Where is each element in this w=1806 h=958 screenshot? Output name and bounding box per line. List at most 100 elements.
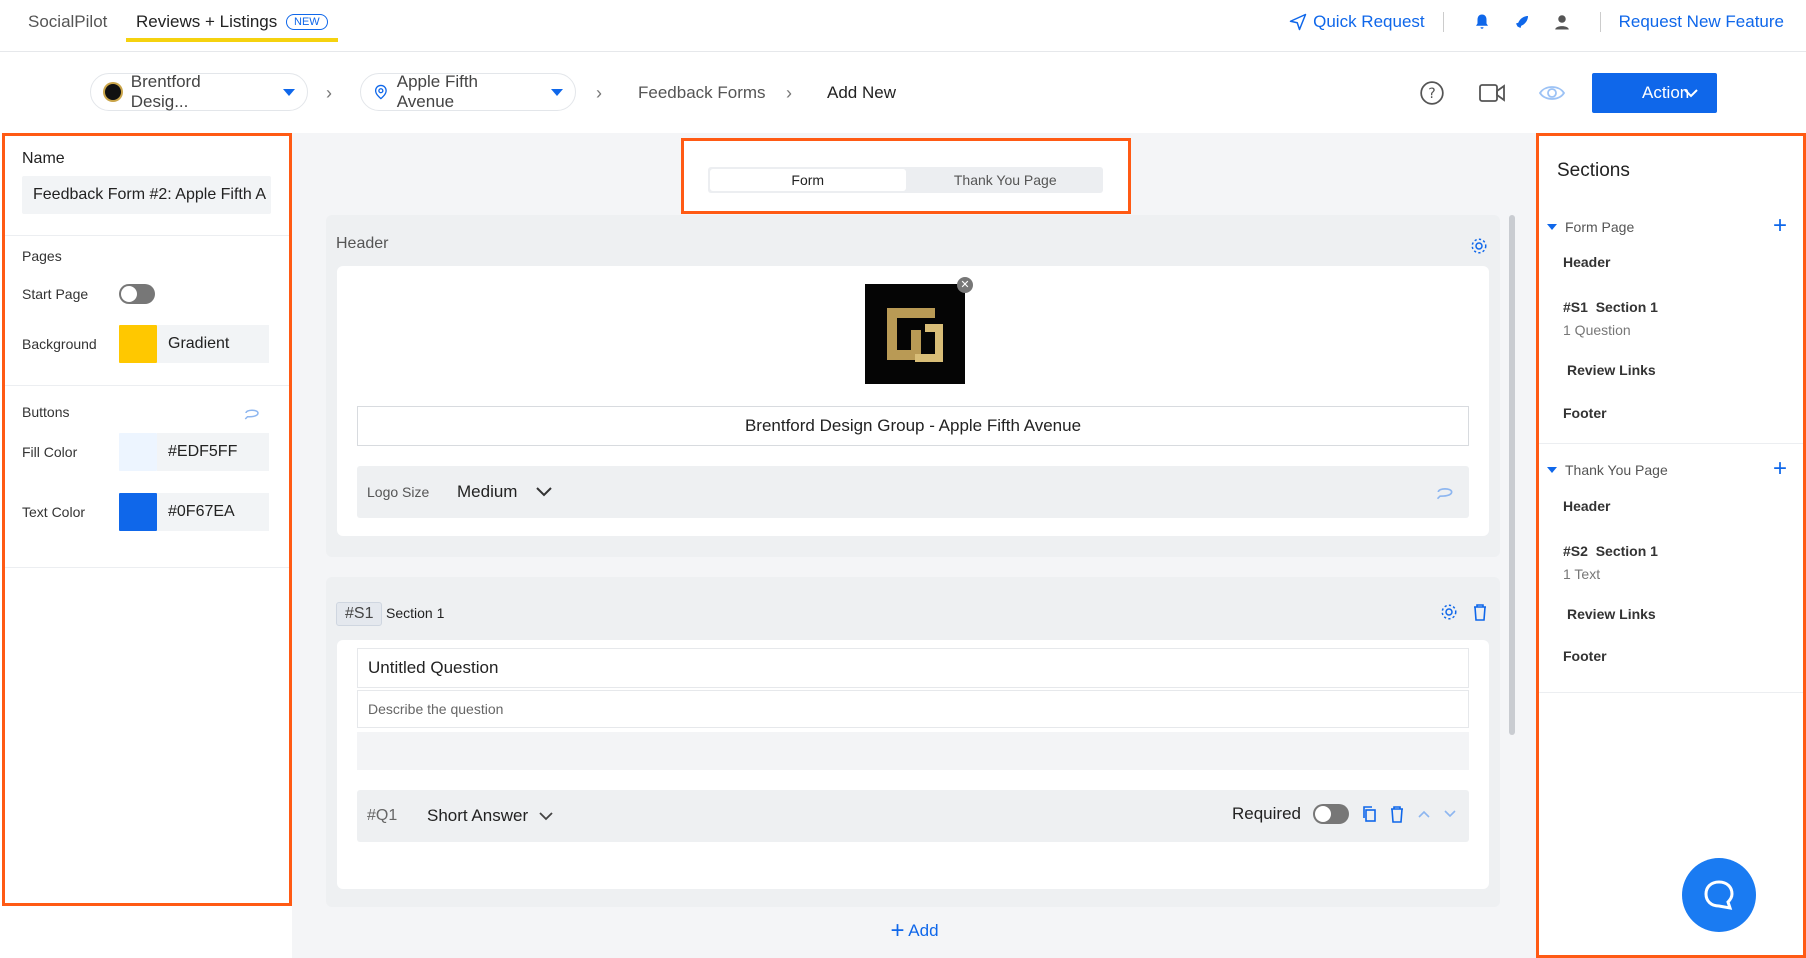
chevron-right-icon: ›: [596, 83, 602, 103]
question-description-input[interactable]: Describe the question: [357, 690, 1469, 728]
fill-color-label: Fill Color: [22, 444, 78, 460]
copy-icon[interactable]: [1361, 805, 1377, 823]
header-card: Header ✕ Brentford Design Group - Apple …: [326, 215, 1500, 557]
form-page-header[interactable]: Form Page: [1547, 219, 1634, 235]
buttons-section: Buttons Fill Color #EDF5FF Text Color #0…: [5, 386, 289, 568]
paper-plane-icon: [1289, 13, 1307, 31]
caret-down-icon: [1547, 224, 1557, 230]
form-page-review-links-item[interactable]: Review Links: [1567, 362, 1656, 378]
background-color-swatch[interactable]: [119, 325, 157, 363]
question-type-row: #Q1 Short Answer Required: [357, 790, 1469, 842]
new-badge: NEW: [286, 14, 328, 30]
tab-reviews-listings-label: Reviews + Listings: [136, 12, 278, 31]
brand-link[interactable]: SocialPilot: [28, 12, 107, 32]
user-profile-icon[interactable]: [1550, 10, 1574, 34]
section-card: #S1 Section 1 Untitled Question Describe…: [326, 577, 1500, 907]
form-page-label: Form Page: [1565, 219, 1635, 235]
move-down-icon[interactable]: [1443, 809, 1457, 819]
settings-gear-icon[interactable]: [1470, 237, 1488, 255]
question-card: Untitled Question Describe the question …: [337, 640, 1489, 889]
logo-size-row: Logo Size Medium: [357, 466, 1469, 518]
business-avatar: [103, 82, 123, 102]
move-up-icon[interactable]: [1417, 809, 1431, 819]
name-label: Name: [22, 150, 65, 167]
required-toggle[interactable]: [1313, 804, 1349, 824]
tab-form[interactable]: Form: [710, 169, 906, 191]
business-selector[interactable]: Brentford Desig...: [90, 72, 308, 111]
question-actions: Required: [1232, 804, 1457, 824]
form-page-footer-item[interactable]: Footer: [1563, 405, 1607, 421]
section-title: Section 1: [1595, 299, 1658, 315]
breadcrumb-bar: Brentford Desig... › Apple Fifth Avenue …: [0, 53, 1806, 133]
text-color-value[interactable]: #0F67EA: [157, 493, 269, 531]
svg-text:?: ?: [1428, 86, 1435, 102]
fill-color-row: Fill Color #EDF5FF: [22, 432, 272, 472]
thank-you-footer-item[interactable]: Footer: [1563, 648, 1607, 664]
video-camera-icon[interactable]: [1478, 79, 1506, 107]
question-type-select[interactable]: Short Answer: [427, 806, 528, 826]
text-color-row: Text Color #0F67EA: [22, 492, 272, 532]
required-label: Required: [1232, 804, 1301, 823]
page-tabs-highlight: Form Thank You Page: [681, 138, 1131, 214]
start-page-toggle[interactable]: [119, 284, 155, 304]
chat-support-button[interactable]: [1682, 858, 1756, 932]
page-tabs: Form Thank You Page: [708, 167, 1103, 193]
remove-logo-icon[interactable]: ✕: [957, 277, 973, 293]
breadcrumb-feedback-forms[interactable]: Feedback Forms: [638, 83, 766, 103]
add-label: Add: [908, 921, 939, 940]
quick-request-label: Quick Request: [1313, 12, 1425, 31]
scrollbar[interactable]: [1509, 215, 1515, 735]
divider: [1442, 12, 1444, 32]
trash-icon[interactable]: [1389, 805, 1405, 823]
thank-you-section-item[interactable]: #S2 Section 1: [1563, 543, 1658, 559]
fill-color-swatch[interactable]: [119, 433, 157, 471]
background-label: Background: [22, 336, 97, 352]
start-page-label: Start Page: [22, 286, 89, 302]
thank-you-page-header[interactable]: Thank You Page: [1547, 462, 1668, 478]
add-section-plus-icon[interactable]: +: [1773, 212, 1787, 240]
location-selector[interactable]: Apple Fifth Avenue: [360, 72, 576, 111]
text-color-label: Text Color: [22, 504, 86, 520]
caret-down-icon: [551, 88, 563, 96]
reset-icon[interactable]: [243, 406, 261, 420]
fill-color-value[interactable]: #EDF5FF: [157, 433, 269, 471]
rocket-icon[interactable]: [1510, 10, 1534, 34]
thank-you-page-group: Thank You Page + Header #S2 Section 1 1 …: [1539, 448, 1803, 693]
tab-reviews-listings[interactable]: Reviews + Listings NEW: [126, 0, 338, 42]
breadcrumb-current: Add New: [827, 83, 896, 102]
form-page-section-subtitle: 1 Question: [1563, 322, 1631, 338]
logo-size-select[interactable]: Medium: [457, 482, 517, 502]
add-section-button[interactable]: + Add: [292, 917, 1537, 945]
form-settings-panel: Name Feedback Form #2: Apple Fifth A Pag…: [2, 133, 292, 906]
chevron-right-icon: ›: [786, 83, 792, 103]
section-title[interactable]: Section 1: [386, 605, 444, 621]
chevron-down-icon[interactable]: [538, 811, 554, 821]
add-section-plus-icon[interactable]: +: [1773, 455, 1787, 483]
settings-gear-icon[interactable]: [1440, 603, 1458, 621]
preview-eye-icon[interactable]: [1538, 79, 1566, 107]
chevron-down-icon[interactable]: [535, 486, 553, 498]
form-page-section-item[interactable]: #S1 Section 1: [1563, 299, 1658, 315]
notification-bell-icon[interactable]: [1470, 10, 1494, 34]
help-icon[interactable]: ?: [1418, 79, 1446, 107]
thank-you-header-item[interactable]: Header: [1563, 498, 1610, 514]
form-page-header-item[interactable]: Header: [1563, 254, 1610, 270]
thank-you-review-links-item[interactable]: Review Links: [1567, 606, 1656, 622]
request-new-feature-link[interactable]: Request New Feature: [1619, 12, 1784, 32]
background-value[interactable]: Gradient: [157, 325, 269, 363]
reset-icon[interactable]: [1435, 484, 1455, 500]
question-title-input[interactable]: Untitled Question: [357, 648, 1469, 688]
tab-thank-you-page[interactable]: Thank You Page: [908, 167, 1104, 193]
trash-icon[interactable]: [1472, 603, 1488, 621]
top-navbar: SocialPilot Reviews + Listings NEW Quick…: [0, 0, 1806, 52]
form-name-input[interactable]: Feedback Form #2: Apple Fifth A: [22, 176, 271, 214]
pages-label: Pages: [22, 248, 62, 264]
section-title: Section 1: [1595, 543, 1658, 559]
section-tag: #S1: [336, 602, 383, 626]
action-button[interactable]: Action: [1592, 73, 1717, 113]
business-name-field[interactable]: Brentford Design Group - Apple Fifth Ave…: [357, 406, 1469, 446]
chevron-right-icon: ›: [326, 83, 332, 103]
quick-request-link[interactable]: Quick Request: [1289, 12, 1425, 32]
text-color-swatch[interactable]: [119, 493, 157, 531]
business-logo[interactable]: [865, 284, 965, 384]
